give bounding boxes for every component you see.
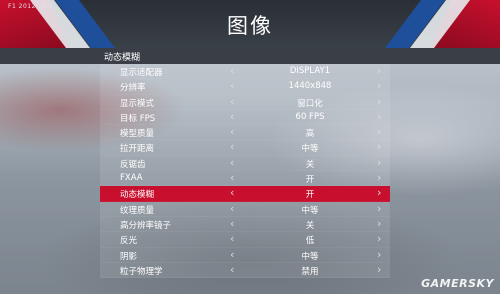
arrow-right-icon[interactable]: › (377, 110, 381, 123)
arrow-right-icon[interactable]: › (377, 80, 381, 92)
arrow-left-icon[interactable]: ‹ (230, 95, 234, 108)
setting-row-texture-quality[interactable]: 纹理质量 ‹ 中等 › (100, 201, 390, 217)
setting-value: 中等 (301, 144, 319, 155)
arrow-left-icon[interactable]: ‹ (230, 80, 234, 92)
setting-value: 开 (305, 190, 315, 201)
arrow-right-icon[interactable]: › (377, 65, 381, 77)
setting-value: 低 (305, 236, 315, 247)
setting-value: 开 (305, 175, 315, 186)
arrow-right-icon[interactable]: › (377, 141, 381, 153)
arrow-left-icon[interactable]: ‹ (230, 141, 234, 153)
setting-row-shadows[interactable]: 阴影 ‹ 中等 › (100, 247, 390, 263)
section-title: 动态模糊 (104, 53, 141, 63)
setting-row-display-adapter[interactable]: 显示适配器 ‹ DISPLAY1 › (100, 64, 390, 80)
setting-row-reflections[interactable]: 反光 ‹ 低 › (100, 232, 390, 248)
setting-row-model-quality[interactable]: 模型质量 ‹ 高 › (100, 125, 390, 141)
arrow-right-icon[interactable]: › (377, 217, 381, 230)
setting-label: FXAA (120, 173, 143, 184)
setting-value: 中等 (301, 205, 319, 216)
setting-label: 模型质量 (120, 129, 155, 140)
arrow-left-icon[interactable]: ‹ (230, 110, 234, 123)
setting-value: 禁用 (301, 266, 319, 277)
setting-label: 反光 (120, 236, 138, 247)
setting-value: 中等 (301, 251, 319, 262)
setting-row-resolution[interactable]: 分辨率 ‹ 1440x848 › (100, 79, 390, 95)
setting-row-motion-blur[interactable]: 动态模糊 ‹ 开 › (100, 186, 390, 202)
arrow-left-icon[interactable]: ‹ (230, 263, 234, 276)
setting-label: 显示适配器 (120, 68, 163, 78)
setting-label: 目标 FPS (120, 113, 156, 124)
setting-label: 高分辨率镜子 (120, 220, 172, 231)
arrow-right-icon[interactable]: › (377, 263, 381, 276)
arrow-left-icon[interactable]: ‹ (230, 233, 234, 245)
setting-label: 显示模式 (120, 98, 155, 109)
setting-row-target-fps[interactable]: 目标 FPS ‹ 60 FPS › (100, 109, 390, 126)
settings-list: 显示适配器 ‹ DISPLAY1 › 分辨率 ‹ 1440x848 › 显示模式… (100, 64, 390, 279)
setting-label: 反锯齿 (120, 159, 146, 170)
setting-row-draw-distance[interactable]: 拉开距离 ‹ 中等 › (100, 140, 390, 156)
setting-label: 粒子物理学 (120, 266, 163, 277)
arrow-left-icon[interactable]: ‹ (230, 187, 234, 199)
arrow-right-icon[interactable]: › (377, 187, 381, 199)
arrow-right-icon[interactable]: › (377, 156, 381, 169)
arrow-right-icon[interactable]: › (377, 248, 381, 261)
arrow-right-icon[interactable]: › (377, 172, 381, 184)
setting-label: 动态模糊 (120, 190, 155, 201)
arrow-right-icon[interactable]: › (377, 233, 381, 245)
setting-value: 关 (305, 159, 315, 170)
header-bar: F1 2012 v1.0 图像 (0, 0, 500, 48)
section-bar: 动态模糊 (0, 48, 500, 64)
arrow-right-icon[interactable]: › (377, 126, 381, 138)
arrow-left-icon[interactable]: ‹ (230, 156, 234, 169)
setting-row-display-mode[interactable]: 显示模式 ‹ 窗口化 › (100, 94, 390, 110)
arrow-left-icon[interactable]: ‹ (230, 65, 234, 77)
page-title: 图像 (227, 14, 273, 38)
arrow-right-icon[interactable]: › (377, 95, 381, 108)
game-tag: F1 2012 v1.0 (8, 3, 54, 10)
setting-label: 拉开距离 (120, 144, 155, 155)
setting-label: 分辨率 (120, 83, 146, 94)
setting-row-anti-aliasing[interactable]: 反锯齿 ‹ 关 › (100, 155, 390, 172)
setting-row-fxaa[interactable]: FXAA ‹ 开 › (100, 171, 390, 187)
setting-row-hires-mirrors[interactable]: 高分辨率镜子 ‹ 关 › (100, 216, 390, 233)
setting-label: 纹理质量 (120, 205, 155, 216)
setting-value: DISPLAY1 (289, 66, 331, 76)
setting-value: 关 (305, 220, 315, 231)
setting-label: 阴影 (120, 251, 138, 262)
arrow-left-icon[interactable]: ‹ (230, 126, 234, 138)
setting-row-particle-physics[interactable]: 粒子物理学 ‹ 禁用 › (100, 262, 390, 279)
arrow-left-icon[interactable]: ‹ (230, 172, 234, 184)
arrow-left-icon[interactable]: ‹ (230, 248, 234, 261)
setting-value: 1440x848 (288, 81, 332, 92)
arrow-right-icon[interactable]: › (377, 202, 381, 215)
watermark-logo: GAMERSKY (421, 277, 494, 290)
arrow-left-icon[interactable]: ‹ (230, 217, 234, 230)
arrow-left-icon[interactable]: ‹ (230, 202, 234, 215)
setting-value: 窗口化 (297, 98, 323, 109)
setting-value: 60 FPS (295, 111, 325, 122)
setting-value: 高 (305, 129, 315, 140)
